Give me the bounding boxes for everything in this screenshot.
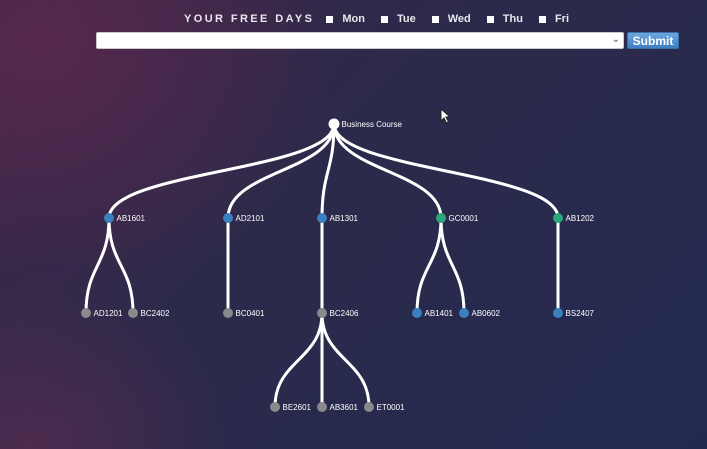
tree-link [84, 217, 111, 314]
course-tree: Business Course AB1601 AD2101 AB1301 GC0001 A… [81, 118, 595, 412]
tree-node-circle[interactable] [104, 213, 114, 223]
tree-node-ad2101[interactable]: AD2101 [223, 213, 265, 223]
tree-node-circle[interactable] [81, 308, 91, 318]
tree-node-circle[interactable] [328, 118, 340, 130]
tree-node-label: AB0602 [472, 309, 501, 318]
tree-link [320, 312, 371, 408]
tree-node-circle[interactable] [553, 308, 563, 318]
tree-node-circle[interactable] [364, 402, 374, 412]
tree-node-circle[interactable] [317, 213, 327, 223]
tree-node-label: BC2406 [330, 309, 359, 318]
tree-node-circle[interactable] [223, 213, 233, 223]
tree-node-circle[interactable] [317, 402, 327, 412]
tree-link [332, 123, 560, 219]
tree-node-circle[interactable] [412, 308, 422, 318]
tree-node-label: ET0001 [377, 403, 406, 412]
tree-node-label: BE2601 [283, 403, 312, 412]
tree-node-bc2402[interactable]: BC2402 [128, 308, 170, 318]
tree-node-ad1201[interactable]: AD1201 [81, 308, 123, 318]
tree-node-circle[interactable] [128, 308, 138, 318]
tree-link [226, 123, 336, 219]
tree-node-label: AD2101 [236, 214, 265, 223]
tree-link [332, 123, 443, 219]
tree-node-label: AD1201 [94, 309, 123, 318]
tree-node-bc0401[interactable]: BC0401 [223, 308, 265, 318]
tree-node-ab1401[interactable]: AB1401 [412, 308, 454, 318]
tree-link [107, 217, 135, 314]
tree-node-label: Business Course [342, 120, 403, 129]
tree-node-label: AB1301 [330, 214, 359, 223]
tree-node-ab0602[interactable]: AB0602 [459, 308, 501, 318]
tree-node-circle[interactable] [317, 308, 327, 318]
tree-node-label: BC0401 [236, 309, 265, 318]
tree-node-circle[interactable] [223, 308, 233, 318]
tree-node-circle[interactable] [436, 213, 446, 223]
tree-node-label: GC0001 [449, 214, 479, 223]
tree-node-label: BC2402 [141, 309, 170, 318]
tree-node-ab3601[interactable]: AB3601 [317, 402, 359, 412]
tree-node-label: BS2407 [566, 309, 595, 318]
tree-node-label: AB1401 [425, 309, 454, 318]
tree-nodes: Business Course AB1601 AD2101 AB1301 GC0001 A… [81, 118, 595, 412]
tree-node-gc0001[interactable]: GC0001 [436, 213, 479, 223]
tree-node-label: AB1601 [117, 214, 146, 223]
tree-node-label: AB3601 [330, 403, 359, 412]
tree-node-circle[interactable] [553, 213, 563, 223]
tree-link [273, 312, 324, 408]
tree-links [84, 123, 560, 408]
tree-link [415, 217, 443, 314]
tree-link [439, 217, 466, 314]
tree-node-ab1301[interactable]: AB1301 [317, 213, 359, 223]
tree-node-label: AB1202 [566, 214, 595, 223]
tree-node-be2601[interactable]: BE2601 [270, 402, 312, 412]
tree-node-circle[interactable] [459, 308, 469, 318]
tree-link [107, 123, 336, 219]
tree-node-ab1202[interactable]: AB1202 [553, 213, 595, 223]
tree-node-circle[interactable] [270, 402, 280, 412]
tree-node-root[interactable]: Business Course [328, 118, 403, 130]
tree-node-ab1601[interactable]: AB1601 [104, 213, 146, 223]
tree-node-bs2407[interactable]: BS2407 [553, 308, 595, 318]
tree-node-bc2406[interactable]: BC2406 [317, 308, 359, 318]
mouse-cursor-icon [440, 108, 452, 124]
tree-node-et0001[interactable]: ET0001 [364, 402, 405, 412]
